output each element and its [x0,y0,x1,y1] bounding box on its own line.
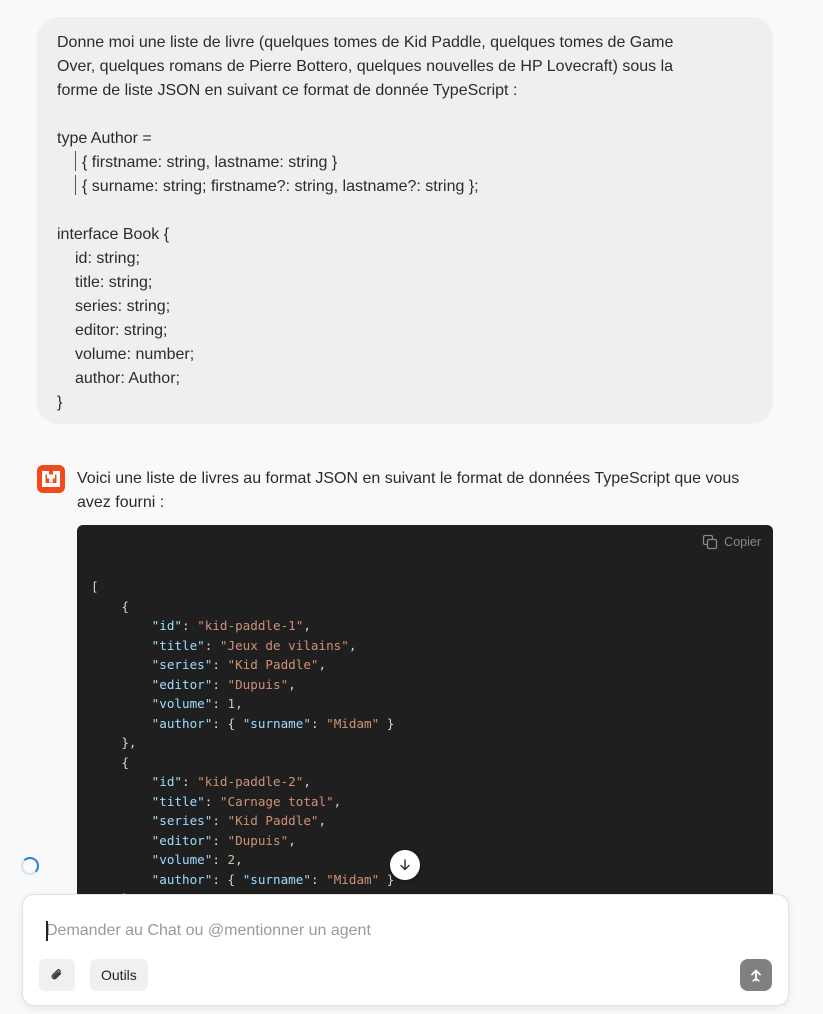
code-string: "Kid Paddle" [227,657,319,672]
code-key: "title" [151,793,205,809]
scroll-to-bottom-button[interactable] [390,850,420,880]
code-content: [ { "id": "kid-paddle-1", "title": "Jeux… [91,579,395,895]
message-composer: Outils [22,894,789,1006]
send-button[interactable] [740,959,772,991]
arrow-down-icon [400,859,410,871]
union-line: { firstname: string, lastname: string } [57,151,753,175]
user-message-line: Donne moi une liste de livre (quelques t… [57,34,674,51]
text-caret [46,921,48,941]
code-number: 2 [227,852,236,867]
code-string: "Dupuis" [227,676,289,692]
user-message-line: type Author = [57,130,152,147]
union-line: { surname: string; firstname?: string, l… [57,175,753,199]
code-string: "Midam" [326,715,380,731]
code-key: "author" [151,715,213,731]
code-key: "volume" [151,852,213,867]
user-message-line: } [57,394,63,411]
chat-input[interactable] [46,919,746,943]
copy-code-button[interactable]: Copier [702,534,761,550]
user-message-line: interface Book { [57,226,170,243]
user-message-line: volume: number; [75,346,195,363]
code-key: "editor" [151,676,213,692]
union-bar [75,151,76,171]
code-key: "editor" [151,832,213,848]
copy-label: Copier [724,535,761,549]
user-message-bubble: Donne moi une liste de livre (quelques t… [37,17,773,424]
user-message-line: id: string; [75,250,140,267]
code-number: 1 [227,696,236,711]
user-message-line: title: string; [75,274,153,291]
brand-logo-icon-shape [42,471,60,487]
code-string: "Kid Paddle" [227,813,319,828]
code-string: "Jeux de vilains" [219,637,349,653]
code-key: "author" [151,871,213,887]
code-string: "Midam" [326,871,380,887]
code-key: "surname" [242,871,311,887]
loading-spinner-icon [21,857,39,875]
chat-page: Donne moi une liste de livre (quelques t… [0,0,823,1014]
union-bar [75,175,76,195]
union-text: { surname: string; firstname?: string, l… [82,178,479,195]
code-key: "id" [151,618,183,633]
code-key: "surname" [242,715,311,731]
assistant-intro-text: Voici une liste de livres au format JSON… [77,470,740,511]
code-key: "series" [151,657,213,672]
code-key: "volume" [151,696,213,711]
user-message-line: author: Author; [75,370,180,387]
code-key: "title" [151,637,205,653]
tools-button[interactable]: Outils [90,959,148,991]
union-text: { firstname: string, lastname: string } [82,154,338,171]
brand-logo-icon [37,465,65,493]
attach-button[interactable] [39,959,75,991]
user-message-line: editor: string; [75,322,168,339]
code-string: "kid-paddle-1" [197,618,304,633]
code-block: Copier [ { "id": "kid-paddle-1", "title"… [77,525,773,895]
user-message-line: Over, quelques romans de Pierre Bottero,… [57,58,674,75]
code-key: "series" [151,813,213,828]
code-string: "Carnage total" [219,793,334,809]
user-message-line: forme de liste JSON en suivant ce format… [57,82,518,99]
code-string: "kid-paddle-2" [197,774,304,789]
code-string: "Dupuis" [227,832,289,848]
send-arrow-up-icon [751,969,761,982]
paperclip-icon [51,969,62,980]
copy-icon [703,534,718,550]
user-message-line: series: string; [75,298,171,315]
code-key: "id" [151,774,183,789]
